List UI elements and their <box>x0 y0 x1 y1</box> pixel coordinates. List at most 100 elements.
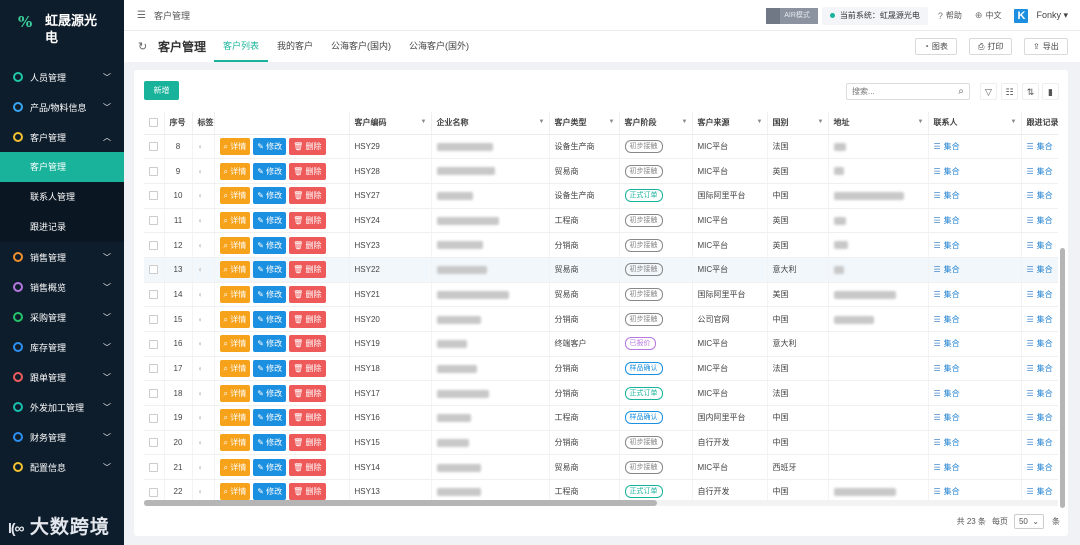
row-checkbox[interactable] <box>144 306 165 332</box>
sidebar-item-0[interactable]: 人员管理 ﹀ <box>0 62 124 92</box>
bar-chart-icon[interactable]: ▮ <box>1042 83 1059 100</box>
contact-link[interactable]: ☰ 集合 <box>928 208 1022 234</box>
followup-link[interactable]: ☰ 集合 <box>1021 306 1058 332</box>
table-row[interactable]: 18 ◖ ⌕ 详情 ✎ 修改 🗑 删除 HSY17 分销商 正式订单 MIC平台 法国 ☰ 集合 ☰ 集合 <box>144 380 1058 407</box>
sidebar-item-9[interactable]: 财务管理 ﹀ <box>0 422 124 452</box>
table-row[interactable]: 16 ◖ ⌕ 详情 ✎ 修改 🗑 删除 HSY19 终端客户 已报价 MIC平台 意大利 ☰ 集合 ☰ 集… <box>144 331 1058 357</box>
followup-link[interactable]: ☰ 集合 <box>1021 158 1058 184</box>
edit-button[interactable]: ✎ 修改 <box>253 137 287 155</box>
contact-link[interactable]: ☰ 集合 <box>928 282 1022 308</box>
followup-link[interactable]: ☰ 集合 <box>1021 282 1058 308</box>
page-size-select[interactable]: 50 ⌄ <box>1013 514 1044 529</box>
delete-button[interactable]: 🗑 删除 <box>289 310 326 328</box>
delete-button[interactable]: 🗑 删除 <box>289 458 326 476</box>
row-checkbox[interactable] <box>144 380 165 407</box>
edit-button[interactable]: ✎ 修改 <box>253 162 287 180</box>
submenu-item-0[interactable]: 客户管理 <box>0 152 124 182</box>
select-all-checkbox[interactable] <box>144 112 165 135</box>
menu-toggle-icon[interactable]: ☰ <box>137 10 146 21</box>
row-checkbox[interactable] <box>144 430 165 456</box>
edit-button[interactable]: ✎ 修改 <box>253 211 287 229</box>
filter-icon[interactable]: ▽ <box>980 83 997 100</box>
edit-button[interactable]: ✎ 修改 <box>253 335 287 353</box>
delete-button[interactable]: 🗑 删除 <box>289 261 326 279</box>
followup-link[interactable]: ☰ 集合 <box>1021 454 1058 481</box>
detail-button[interactable]: ⌕ 详情 <box>219 434 251 452</box>
tab-1[interactable]: 我的客户 <box>268 31 322 62</box>
export-button[interactable]: ⇪ 导出 <box>1024 38 1068 55</box>
edit-button[interactable]: ✎ 修改 <box>253 261 287 279</box>
table-row[interactable]: 19 ◖ ⌕ 详情 ✎ 修改 🗑 删除 HSY16 工程商 样品确认 国内阿里平台 中国 ☰ 集合 ☰ 集… <box>144 405 1058 431</box>
submenu-item-1[interactable]: 联系人管理 <box>0 182 124 212</box>
followup-link[interactable]: ☰ 集合 <box>1021 356 1058 382</box>
table-row[interactable]: 21 ◖ ⌕ 详情 ✎ 修改 🗑 删除 HSY14 贸易商 初步接触 MIC平台 西班牙 ☰ 集合 ☰ 集… <box>144 454 1058 481</box>
contact-link[interactable]: ☰ 集合 <box>928 331 1022 357</box>
help-link[interactable]: ? 帮助 <box>938 10 962 21</box>
col-header-code[interactable]: 客户编码 ▼ <box>349 112 432 135</box>
detail-button[interactable]: ⌕ 详情 <box>219 187 251 205</box>
row-checkbox[interactable] <box>144 282 165 308</box>
followup-link[interactable]: ☰ 集合 <box>1021 134 1058 160</box>
contact-link[interactable]: ☰ 集合 <box>928 232 1022 258</box>
edit-button[interactable]: ✎ 修改 <box>253 384 287 402</box>
detail-button[interactable]: ⌕ 详情 <box>219 137 251 155</box>
contact-link[interactable]: ☰ 集合 <box>928 134 1022 160</box>
language-switch[interactable]: ⊕ 中文 <box>975 10 1002 21</box>
search-icon[interactable]: ⌕ <box>952 83 970 100</box>
sidebar-item-10[interactable]: 配置信息 ﹀ <box>0 452 124 482</box>
followup-link[interactable]: ☰ 集合 <box>1021 183 1058 209</box>
delete-button[interactable]: 🗑 删除 <box>289 384 326 402</box>
table-row[interactable]: 11 ◖ ⌕ 详情 ✎ 修改 🗑 删除 HSY24 工程商 初步接触 MIC平台 英国 ☰ 集合 ☰ 集合 <box>144 208 1058 234</box>
chart-button[interactable]: ◔ 图表 <box>915 38 957 55</box>
edit-button[interactable]: ✎ 修改 <box>253 483 287 501</box>
contact-link[interactable]: ☰ 集合 <box>928 183 1022 209</box>
detail-button[interactable]: ⌕ 详情 <box>219 335 251 353</box>
sidebar-item-8[interactable]: 外发加工管理 ﹀ <box>0 392 124 422</box>
table-row[interactable]: 8 ◖ ⌕ 详情 ✎ 修改 🗑 删除 HSY29 设备生产商 初步接触 MIC平台 法国 ☰ 集合 ☰ 集… <box>144 134 1058 160</box>
delete-button[interactable]: 🗑 删除 <box>289 137 326 155</box>
followup-link[interactable]: ☰ 集合 <box>1021 405 1058 431</box>
row-checkbox[interactable] <box>144 257 165 283</box>
col-header-company[interactable]: 企业名称 ▼ <box>431 112 550 135</box>
sidebar-item-4[interactable]: 销售概览 ﹀ <box>0 272 124 302</box>
row-checkbox[interactable] <box>144 134 165 160</box>
delete-button[interactable]: 🗑 删除 <box>289 211 326 229</box>
row-checkbox[interactable] <box>144 405 165 431</box>
contact-link[interactable]: ☰ 集合 <box>928 356 1022 382</box>
tab-0[interactable]: 客户列表 <box>214 31 269 62</box>
detail-button[interactable]: ⌕ 详情 <box>219 458 251 476</box>
delete-button[interactable]: 🗑 删除 <box>289 162 326 180</box>
edit-button[interactable]: ✎ 修改 <box>253 187 287 205</box>
table-row[interactable]: 12 ◖ ⌕ 详情 ✎ 修改 🗑 删除 HSY23 分销商 初步接触 MIC平台 英国 ☰ 集合 ☰ 集合 <box>144 232 1058 258</box>
detail-button[interactable]: ⌕ 详情 <box>219 236 251 254</box>
col-header-type[interactable]: 客户类型 ▼ <box>549 112 620 135</box>
print-button[interactable]: ⎙ 打印 <box>969 38 1013 55</box>
vertical-scrollbar[interactable] <box>1060 248 1065 508</box>
contact-link[interactable]: ☰ 集合 <box>928 405 1022 431</box>
detail-button[interactable]: ⌕ 详情 <box>219 360 251 378</box>
columns-icon[interactable]: ☷ <box>1001 83 1018 100</box>
detail-button[interactable]: ⌕ 详情 <box>219 409 251 427</box>
table-row[interactable]: 17 ◖ ⌕ 详情 ✎ 修改 🗑 删除 HSY18 分销商 样品确认 MIC平台 法国 ☰ 集合 ☰ 集合 <box>144 356 1058 382</box>
sidebar-item-5[interactable]: 采购管理 ﹀ <box>0 302 124 332</box>
table-row[interactable]: 15 ◖ ⌕ 详情 ✎ 修改 🗑 删除 HSY20 分销商 初步接触 公司官网 中国 ☰ 集合 ☰ 集合 <box>144 306 1058 332</box>
delete-button[interactable]: 🗑 删除 <box>289 434 326 452</box>
horizontal-scrollbar[interactable] <box>144 500 1058 506</box>
detail-button[interactable]: ⌕ 详情 <box>219 261 251 279</box>
detail-button[interactable]: ⌕ 详情 <box>219 211 251 229</box>
user-menu[interactable]: Fonky ▾ <box>1036 10 1068 21</box>
col-header-contact[interactable]: 联系人 ▼ <box>928 112 1022 135</box>
followup-link[interactable]: ☰ 集合 <box>1021 257 1058 283</box>
contact-link[interactable]: ☰ 集合 <box>928 430 1022 456</box>
delete-button[interactable]: 🗑 删除 <box>289 483 326 501</box>
followup-link[interactable]: ☰ 集合 <box>1021 430 1058 456</box>
contact-link[interactable]: ☰ 集合 <box>928 454 1022 481</box>
sidebar-item-2[interactable]: 客户管理 ︿ <box>0 122 124 152</box>
row-checkbox[interactable] <box>144 356 165 382</box>
tab-2[interactable]: 公海客户(国内) <box>322 31 400 62</box>
table-row[interactable]: 10 ◖ ⌕ 详情 ✎ 修改 🗑 删除 HSY27 设备生产商 正式订单 国际阿里平台 中国 ☰ 集合… <box>144 183 1058 209</box>
row-checkbox[interactable] <box>144 208 165 234</box>
edit-button[interactable]: ✎ 修改 <box>253 458 287 476</box>
followup-link[interactable]: ☰ 集合 <box>1021 208 1058 234</box>
detail-button[interactable]: ⌕ 详情 <box>219 310 251 328</box>
